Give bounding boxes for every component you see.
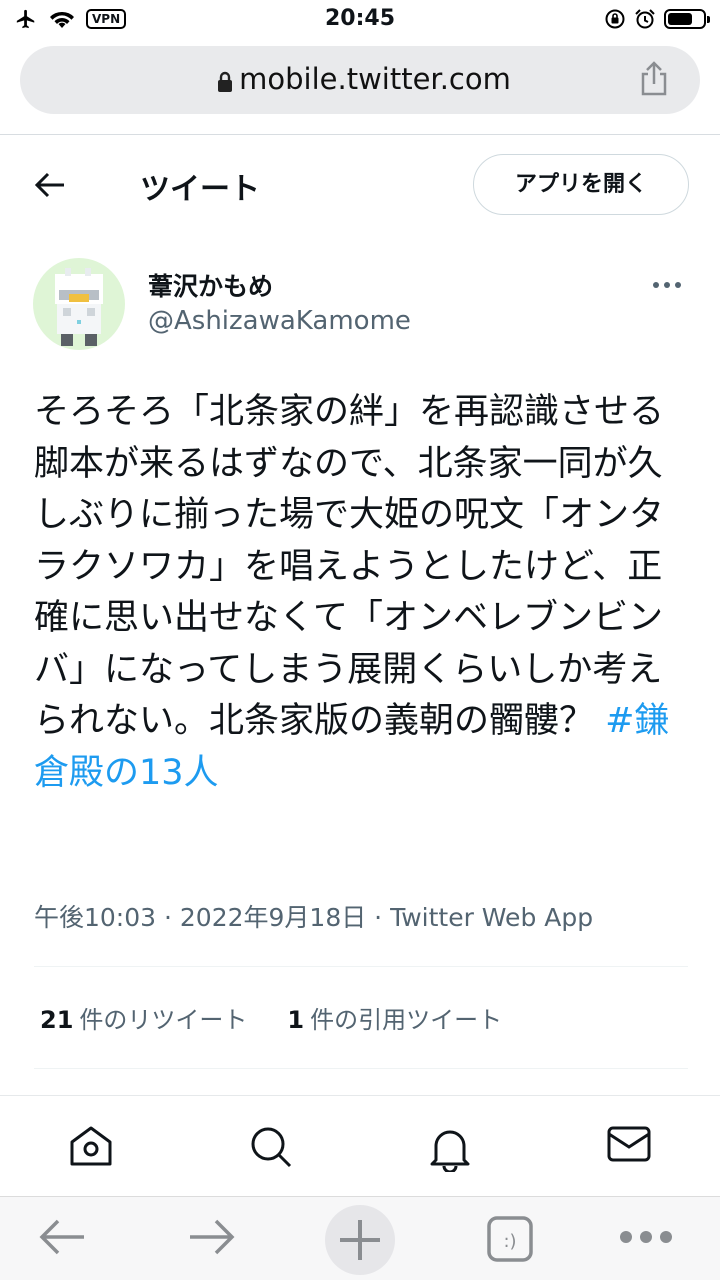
battery-fill [668,13,693,25]
new-tab-button[interactable] [325,1205,395,1275]
browser-forward-icon[interactable] [186,1215,238,1259]
url-text[interactable]: mobile.twitter.com [20,62,700,96]
quote-count: 1 [287,1006,305,1034]
avatar-image [55,268,103,346]
address-bar[interactable]: mobile.twitter.com [20,46,700,114]
tweet-stats: 21 件のリツイート 1 件の引用ツイート [40,1000,502,1035]
open-app-button[interactable]: アプリを開く [473,154,689,215]
url-label: mobile.twitter.com [239,62,511,96]
page-title: ツイート [140,172,260,207]
battery-icon [664,9,710,29]
browser-toolbar: :) [0,1196,720,1280]
browser-back-icon[interactable] [36,1215,88,1259]
retweet-label: 件のリツイート [79,1006,248,1034]
browser-divider [0,134,720,135]
author-handle[interactable]: @AshizawaKamome [148,306,411,336]
alarm-icon [635,9,655,29]
page: VPN 20:45 mobile.twitter.com ツイート アプリを開く [0,0,720,1280]
search-icon[interactable] [248,1124,294,1170]
menu-icon[interactable] [618,1229,674,1245]
back-arrow-icon[interactable] [34,170,66,200]
notifications-icon[interactable] [427,1124,473,1172]
retweet-count: 21 [40,1006,74,1034]
tweet-meta[interactable]: 午後10:03 · 2022年9月18日 · Twitter Web App [34,898,593,934]
home-icon[interactable] [68,1124,114,1168]
status-bar: VPN 20:45 [0,0,720,40]
messages-icon[interactable] [606,1124,652,1164]
display-name[interactable]: 葦沢かもめ [148,267,273,303]
quote-label: 件の引用ツイート [310,1006,503,1034]
stats-divider [34,1068,688,1069]
battery-tip [707,16,710,23]
avatar[interactable] [33,258,125,350]
tabs-icon[interactable]: :) [486,1215,534,1263]
status-right [604,8,710,30]
tweet-text: そろそろ「北条家の絆」を再認識させる脚本が来るはずなので、北条家一同が久しぶりに… [34,387,674,799]
rotation-lock-icon [605,9,625,29]
retweet-stat[interactable]: 21 件のリツイート [40,1000,247,1035]
tweet-text-body: そろそろ「北条家の絆」を再認識させる脚本が来るはずなので、北条家一同が久しぶりに… [34,392,665,741]
more-options-icon[interactable] [652,275,682,295]
meta-divider [34,966,688,967]
plus-icon [340,1220,380,1260]
svg-text::): :) [503,1231,516,1252]
share-icon[interactable] [638,60,670,98]
quote-stat[interactable]: 1 件の引用ツイート [287,1000,502,1035]
app-bottom-nav [0,1095,720,1195]
